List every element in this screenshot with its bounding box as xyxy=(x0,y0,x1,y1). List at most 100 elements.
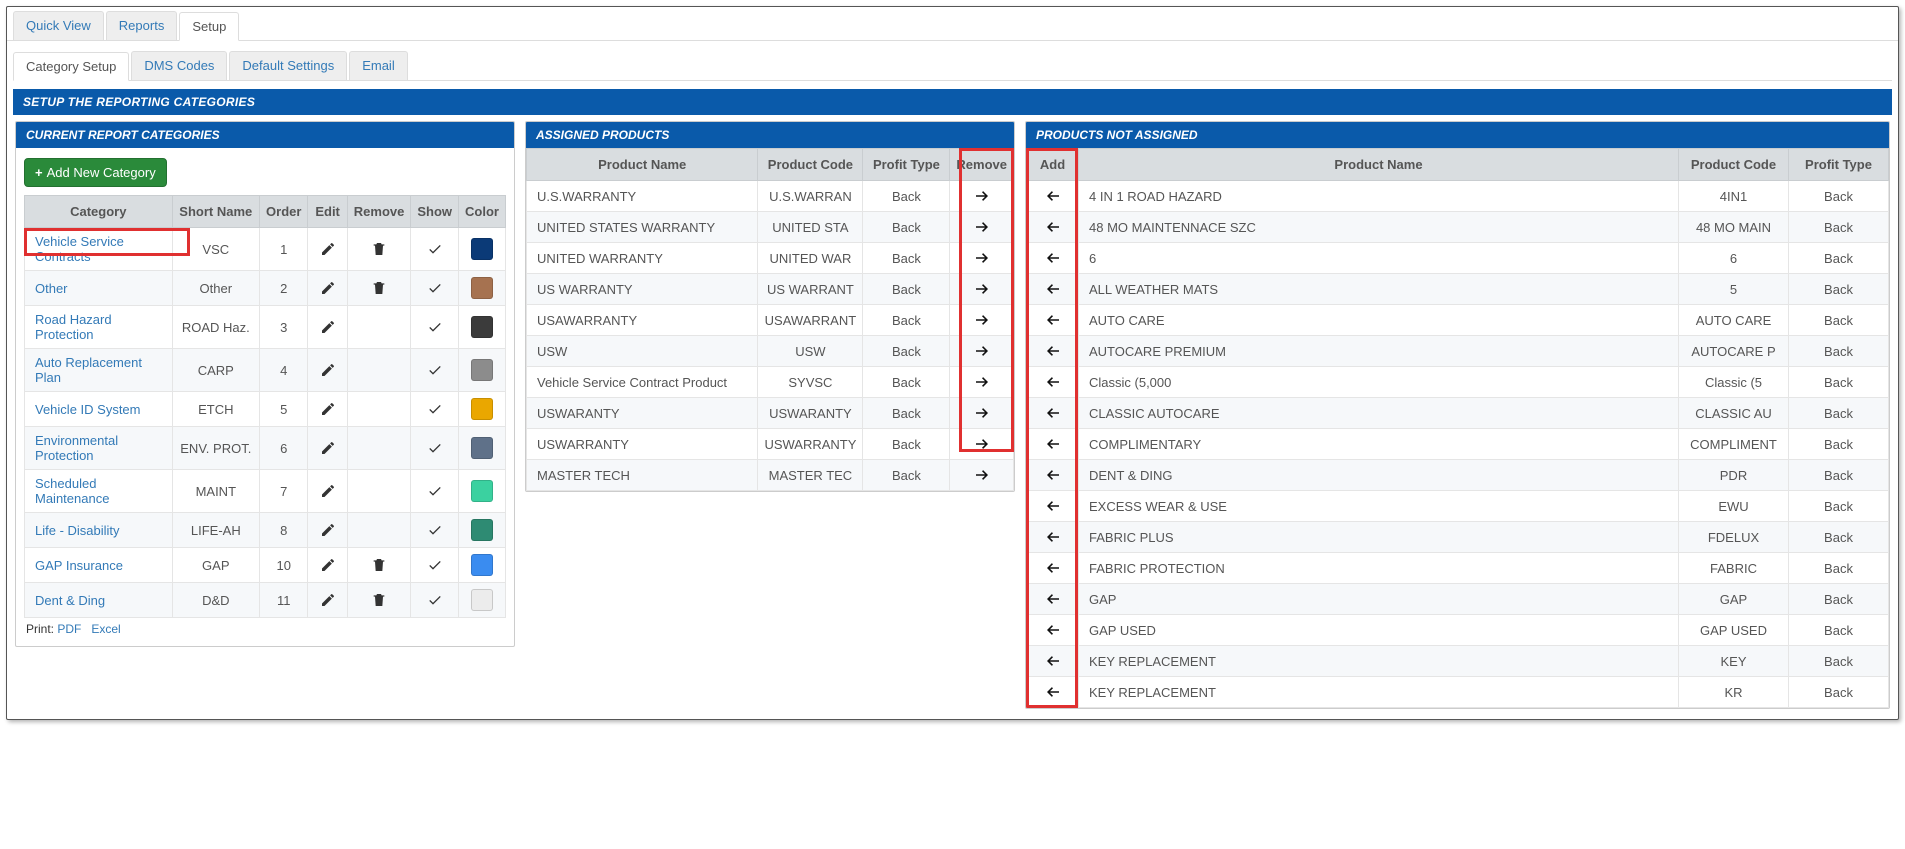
top-tab-quick-view[interactable]: Quick View xyxy=(13,11,104,40)
check-icon[interactable] xyxy=(427,440,443,455)
arrow-left-icon[interactable] xyxy=(1044,590,1062,605)
arrow-left-icon[interactable] xyxy=(1044,404,1062,419)
category-row: OtherOther2 xyxy=(25,271,506,306)
sub-tab-default-settings[interactable]: Default Settings xyxy=(229,51,347,80)
edit-icon[interactable] xyxy=(320,241,336,256)
arrow-left-icon[interactable] xyxy=(1044,559,1062,574)
color-swatch[interactable] xyxy=(471,398,493,420)
col-edit: Edit xyxy=(308,196,347,228)
arrow-left-icon[interactable] xyxy=(1044,187,1062,202)
category-link[interactable]: Environmental Protection xyxy=(35,433,118,463)
color-swatch[interactable] xyxy=(471,238,493,260)
unassigned-profit: Back xyxy=(1789,398,1889,429)
trash-icon[interactable] xyxy=(371,592,387,607)
trash-icon[interactable] xyxy=(371,280,387,295)
color-swatch[interactable] xyxy=(471,359,493,381)
arrow-right-icon[interactable] xyxy=(973,249,991,264)
edit-icon[interactable] xyxy=(320,483,336,498)
sub-tab-dms-codes[interactable]: DMS Codes xyxy=(131,51,227,80)
category-link[interactable]: Road Hazard Protection xyxy=(35,312,112,342)
trash-icon[interactable] xyxy=(371,241,387,256)
edit-icon[interactable] xyxy=(320,280,336,295)
color-swatch[interactable] xyxy=(471,437,493,459)
arrow-right-icon[interactable] xyxy=(973,404,991,419)
edit-icon[interactable] xyxy=(320,319,336,334)
top-tab-reports[interactable]: Reports xyxy=(106,11,178,40)
arrow-left-icon[interactable] xyxy=(1044,435,1062,450)
col-uprofit: Profit Type xyxy=(1789,149,1889,181)
unassigned-name: FABRIC PROTECTION xyxy=(1079,553,1679,584)
arrow-left-icon[interactable] xyxy=(1044,311,1062,326)
edit-icon[interactable] xyxy=(320,401,336,416)
category-order: 7 xyxy=(260,470,308,513)
assigned-products-card: ASSIGNED PRODUCTS Product Name Product C… xyxy=(525,121,1015,492)
arrow-left-icon[interactable] xyxy=(1044,373,1062,388)
assigned-profit: Back xyxy=(863,460,950,491)
edit-icon[interactable] xyxy=(320,592,336,607)
arrow-left-icon[interactable] xyxy=(1044,342,1062,357)
check-icon[interactable] xyxy=(427,401,443,416)
sub-tab-category-setup[interactable]: Category Setup xyxy=(13,52,129,81)
arrow-left-icon[interactable] xyxy=(1044,280,1062,295)
color-swatch[interactable] xyxy=(471,480,493,502)
color-swatch[interactable] xyxy=(471,554,493,576)
assigned-name: U.S.WARRANTY xyxy=(527,181,758,212)
check-icon[interactable] xyxy=(427,522,443,537)
col-ucode: Product Code xyxy=(1679,149,1789,181)
check-icon[interactable] xyxy=(427,592,443,607)
category-link[interactable]: GAP Insurance xyxy=(35,558,123,573)
unassigned-row: DENT & DINGPDRBack xyxy=(1027,460,1889,491)
category-link[interactable]: Vehicle Service Contracts xyxy=(35,234,124,264)
arrow-right-icon[interactable] xyxy=(973,466,991,481)
edit-icon[interactable] xyxy=(320,557,336,572)
check-icon[interactable] xyxy=(427,483,443,498)
category-link[interactable]: Vehicle ID System xyxy=(35,402,141,417)
category-order: 6 xyxy=(260,427,308,470)
arrow-left-icon[interactable] xyxy=(1044,528,1062,543)
category-link[interactable]: Auto Replacement Plan xyxy=(35,355,142,385)
arrow-right-icon[interactable] xyxy=(973,342,991,357)
assigned-row: U.S.WARRANTYU.S.WARRANBack xyxy=(527,181,1014,212)
color-swatch[interactable] xyxy=(471,519,493,541)
arrow-left-icon[interactable] xyxy=(1044,249,1062,264)
assigned-row: USWARANTYUSWARANTYBack xyxy=(527,398,1014,429)
check-icon[interactable] xyxy=(427,362,443,377)
edit-icon[interactable] xyxy=(320,522,336,537)
print-pdf-link[interactable]: PDF xyxy=(57,622,81,636)
arrow-right-icon[interactable] xyxy=(973,187,991,202)
arrow-left-icon[interactable] xyxy=(1044,683,1062,698)
unassigned-profit: Back xyxy=(1789,677,1889,708)
arrow-left-icon[interactable] xyxy=(1044,466,1062,481)
trash-icon[interactable] xyxy=(371,557,387,572)
arrow-right-icon[interactable] xyxy=(973,435,991,450)
unassigned-products-table: Add Product Name Product Code Profit Typ… xyxy=(1026,148,1889,708)
arrow-left-icon[interactable] xyxy=(1044,218,1062,233)
category-link[interactable]: Dent & Ding xyxy=(35,593,105,608)
check-icon[interactable] xyxy=(427,241,443,256)
arrow-left-icon[interactable] xyxy=(1044,652,1062,667)
category-link[interactable]: Scheduled Maintenance xyxy=(35,476,109,506)
color-swatch[interactable] xyxy=(471,589,493,611)
sub-tab-email[interactable]: Email xyxy=(349,51,408,80)
check-icon[interactable] xyxy=(427,319,443,334)
category-row: Road Hazard ProtectionROAD Haz.3 xyxy=(25,306,506,349)
top-tab-setup[interactable]: Setup xyxy=(179,12,239,41)
arrow-left-icon[interactable] xyxy=(1044,621,1062,636)
arrow-right-icon[interactable] xyxy=(973,280,991,295)
arrow-right-icon[interactable] xyxy=(973,311,991,326)
arrow-right-icon[interactable] xyxy=(973,218,991,233)
unassigned-profit: Back xyxy=(1789,708,1889,709)
category-link[interactable]: Life - Disability xyxy=(35,523,120,538)
add-new-category-button[interactable]: + Add New Category xyxy=(24,158,167,187)
arrow-right-icon[interactable] xyxy=(973,373,991,388)
categories-card-title: CURRENT REPORT CATEGORIES xyxy=(16,122,514,148)
category-link[interactable]: Other xyxy=(35,281,68,296)
edit-icon[interactable] xyxy=(320,440,336,455)
check-icon[interactable] xyxy=(427,280,443,295)
color-swatch[interactable] xyxy=(471,277,493,299)
color-swatch[interactable] xyxy=(471,316,493,338)
edit-icon[interactable] xyxy=(320,362,336,377)
arrow-left-icon[interactable] xyxy=(1044,497,1062,512)
print-excel-link[interactable]: Excel xyxy=(91,622,120,636)
check-icon[interactable] xyxy=(427,557,443,572)
